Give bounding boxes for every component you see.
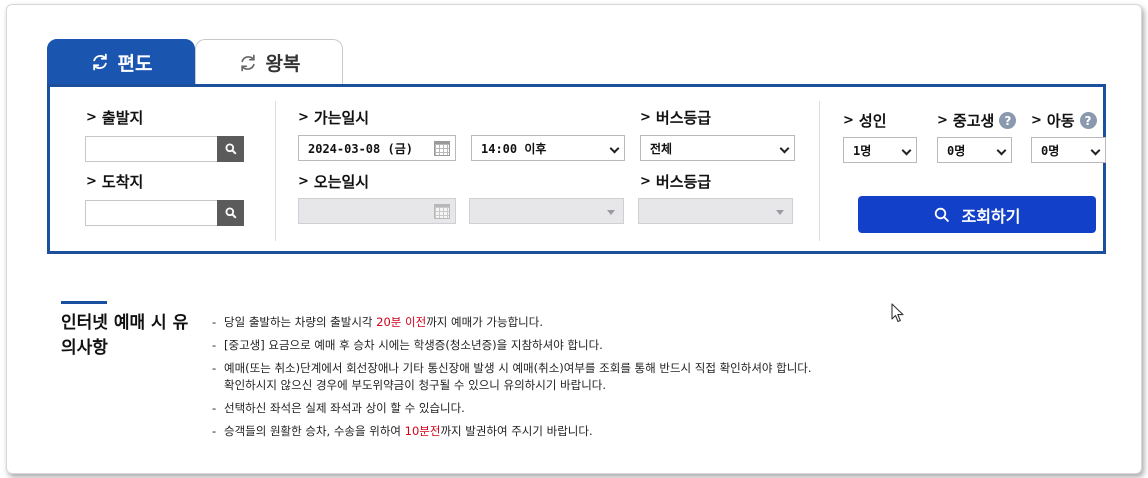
adult-label: > 성인 [843, 112, 887, 130]
tab-round-trip[interactable]: 왕복 [195, 39, 343, 85]
arrival-search-button[interactable] [217, 200, 244, 226]
chevron-right-icon: > [298, 174, 309, 189]
list-item: [중고생] 요금으로 예매 후 승차 시에는 학생증(청소년증)을 지참하셔야 … [212, 337, 812, 354]
tab-one-way[interactable]: 편도 [47, 39, 195, 85]
calendar-icon[interactable] [434, 141, 450, 156]
tab-one-way-label: 편도 [117, 52, 153, 75]
chevron-right-icon: > [640, 110, 651, 125]
student-count-value: 0명 [947, 143, 966, 158]
query-button-label: 조회하기 [961, 206, 1021, 226]
chevron-right-icon: > [86, 110, 97, 125]
outbound-time-value: 14:00 이후 [481, 141, 547, 156]
departure-search-button[interactable] [217, 136, 244, 162]
search-icon [225, 207, 237, 219]
return-grade-label: > 버스등급 [640, 173, 712, 191]
chevron-down-icon [996, 145, 1007, 156]
notice-title: 인터넷 예매 시 유의사항 [61, 313, 189, 358]
chevron-right-icon: > [1031, 113, 1042, 128]
return-grade-select[interactable] [638, 198, 793, 224]
list-item: 예매(또는 취소)단계에서 회선장애나 기타 통신장애 발생 시 예매(취소)여… [212, 360, 812, 394]
outbound-time-select[interactable]: 14:00 이후 [471, 135, 625, 161]
outbound-grade-label: > 버스등급 [640, 109, 712, 127]
departure-field[interactable] [85, 136, 244, 162]
adult-count-select[interactable]: 1명 [843, 137, 917, 163]
search-icon [225, 143, 237, 155]
departure-input[interactable] [86, 137, 218, 161]
chevron-down-icon [609, 143, 620, 154]
return-date-field[interactable] [298, 198, 456, 224]
refresh-icon [92, 53, 107, 71]
notice-accent-bar [61, 301, 107, 304]
mouse-cursor-icon [891, 303, 904, 323]
chevron-down-icon [779, 143, 790, 154]
outbound-date-value: 2024-03-08 (금) [308, 141, 413, 156]
help-icon[interactable]: ? [999, 112, 1017, 129]
student-count-select[interactable]: 0명 [937, 137, 1012, 163]
refresh-icon [240, 54, 255, 71]
tab-round-trip-label: 왕복 [265, 53, 301, 75]
arrival-field[interactable] [85, 200, 244, 226]
caret-down-icon [776, 210, 784, 215]
search-icon [934, 207, 949, 222]
chevron-right-icon: > [843, 113, 854, 128]
return-label: > 오는일시 [298, 173, 370, 191]
arrival-input[interactable] [86, 201, 218, 225]
child-count-select[interactable]: 0명 [1031, 137, 1106, 163]
notice-list: 당일 출발하는 차량의 출발시각 20분 이전까지 예매가 가능합니다. [중고… [212, 314, 812, 446]
departure-label: > 출발지 [86, 109, 144, 127]
chevron-right-icon: > [298, 110, 309, 125]
help-icon[interactable]: ? [1079, 112, 1097, 129]
chevron-right-icon: > [86, 174, 97, 189]
list-item: 선택하신 좌석은 실제 좌석과 상이 할 수 있습니다. [212, 400, 812, 417]
caret-down-icon [607, 210, 615, 215]
child-label: > 아동 ? [1031, 110, 1097, 131]
adult-count-value: 1명 [853, 143, 872, 158]
child-count-value: 0명 [1041, 143, 1060, 158]
arrival-label: > 도착지 [86, 173, 144, 191]
search-panel: > 출발지 > 도착지 > 가는일시 2024-03-08 (금) 14:00 … [47, 84, 1106, 254]
student-label: > 중고생 ? [937, 110, 1017, 131]
outbound-date-field[interactable]: 2024-03-08 (금) [298, 135, 456, 161]
list-item: 당일 출발하는 차량의 출발시각 20분 이전까지 예매가 가능합니다. [212, 314, 812, 331]
chevron-down-icon [1090, 145, 1101, 156]
outbound-grade-select[interactable]: 전체 [640, 135, 795, 161]
chevron-right-icon: > [640, 174, 651, 189]
query-button[interactable]: 조회하기 [858, 196, 1096, 233]
chevron-right-icon: > [937, 113, 948, 128]
outbound-label: > 가는일시 [298, 109, 370, 127]
return-time-select[interactable] [469, 198, 624, 224]
divider [819, 101, 820, 241]
chevron-down-icon [901, 145, 912, 156]
outbound-grade-value: 전체 [650, 141, 673, 156]
divider [275, 101, 276, 241]
calendar-icon[interactable] [434, 204, 450, 219]
list-item: 승객들의 원활한 승차, 수송을 위하여 10분전까지 발권하여 주시기 바랍니… [212, 423, 812, 440]
